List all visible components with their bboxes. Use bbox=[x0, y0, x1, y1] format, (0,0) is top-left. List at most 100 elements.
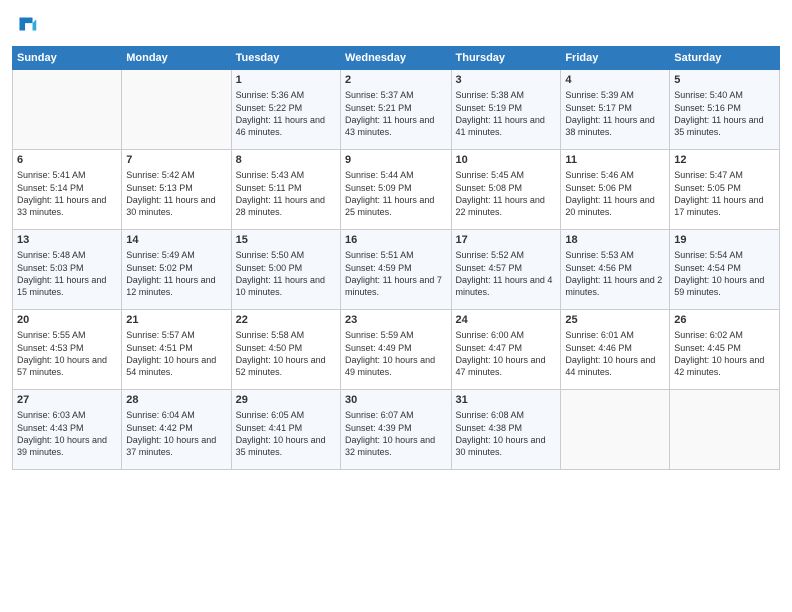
day-number: 30 bbox=[345, 393, 446, 408]
week-row-0: 1Sunrise: 5:36 AM Sunset: 5:22 PM Daylig… bbox=[13, 70, 780, 150]
day-number: 28 bbox=[126, 393, 226, 408]
calendar-cell: 1Sunrise: 5:36 AM Sunset: 5:22 PM Daylig… bbox=[231, 70, 340, 150]
day-info: Sunrise: 5:41 AM Sunset: 5:14 PM Dayligh… bbox=[17, 169, 117, 218]
header-cell-thursday: Thursday bbox=[451, 47, 561, 70]
calendar-cell: 24Sunrise: 6:00 AM Sunset: 4:47 PM Dayli… bbox=[451, 310, 561, 390]
day-info: Sunrise: 5:46 AM Sunset: 5:06 PM Dayligh… bbox=[565, 169, 665, 218]
header-row: SundayMondayTuesdayWednesdayThursdayFrid… bbox=[13, 47, 780, 70]
calendar-cell: 21Sunrise: 5:57 AM Sunset: 4:51 PM Dayli… bbox=[122, 310, 231, 390]
day-info: Sunrise: 5:38 AM Sunset: 5:19 PM Dayligh… bbox=[456, 89, 557, 138]
calendar-cell: 4Sunrise: 5:39 AM Sunset: 5:17 PM Daylig… bbox=[561, 70, 670, 150]
header-cell-monday: Monday bbox=[122, 47, 231, 70]
day-number: 11 bbox=[565, 153, 665, 168]
day-info: Sunrise: 6:03 AM Sunset: 4:43 PM Dayligh… bbox=[17, 409, 117, 458]
day-info: Sunrise: 5:54 AM Sunset: 4:54 PM Dayligh… bbox=[674, 249, 775, 298]
day-info: Sunrise: 6:05 AM Sunset: 4:41 PM Dayligh… bbox=[236, 409, 336, 458]
calendar-cell: 31Sunrise: 6:08 AM Sunset: 4:38 PM Dayli… bbox=[451, 390, 561, 470]
calendar-cell: 2Sunrise: 5:37 AM Sunset: 5:21 PM Daylig… bbox=[341, 70, 451, 150]
week-row-1: 6Sunrise: 5:41 AM Sunset: 5:14 PM Daylig… bbox=[13, 150, 780, 230]
day-info: Sunrise: 5:57 AM Sunset: 4:51 PM Dayligh… bbox=[126, 329, 226, 378]
day-info: Sunrise: 6:01 AM Sunset: 4:46 PM Dayligh… bbox=[565, 329, 665, 378]
day-number: 24 bbox=[456, 313, 557, 328]
calendar-cell: 8Sunrise: 5:43 AM Sunset: 5:11 PM Daylig… bbox=[231, 150, 340, 230]
day-number: 23 bbox=[345, 313, 446, 328]
header-cell-friday: Friday bbox=[561, 47, 670, 70]
table-header: SundayMondayTuesdayWednesdayThursdayFrid… bbox=[13, 47, 780, 70]
day-info: Sunrise: 5:43 AM Sunset: 5:11 PM Dayligh… bbox=[236, 169, 336, 218]
calendar-cell: 3Sunrise: 5:38 AM Sunset: 5:19 PM Daylig… bbox=[451, 70, 561, 150]
calendar-cell: 11Sunrise: 5:46 AM Sunset: 5:06 PM Dayli… bbox=[561, 150, 670, 230]
calendar-cell: 13Sunrise: 5:48 AM Sunset: 5:03 PM Dayli… bbox=[13, 230, 122, 310]
calendar-table: SundayMondayTuesdayWednesdayThursdayFrid… bbox=[12, 46, 780, 470]
calendar-cell: 5Sunrise: 5:40 AM Sunset: 5:16 PM Daylig… bbox=[670, 70, 780, 150]
day-info: Sunrise: 5:55 AM Sunset: 4:53 PM Dayligh… bbox=[17, 329, 117, 378]
day-number: 21 bbox=[126, 313, 226, 328]
day-number: 3 bbox=[456, 73, 557, 88]
day-number: 8 bbox=[236, 153, 336, 168]
day-number: 5 bbox=[674, 73, 775, 88]
calendar-cell: 23Sunrise: 5:59 AM Sunset: 4:49 PM Dayli… bbox=[341, 310, 451, 390]
calendar-cell: 7Sunrise: 5:42 AM Sunset: 5:13 PM Daylig… bbox=[122, 150, 231, 230]
day-info: Sunrise: 6:02 AM Sunset: 4:45 PM Dayligh… bbox=[674, 329, 775, 378]
day-number: 9 bbox=[345, 153, 446, 168]
table-body: 1Sunrise: 5:36 AM Sunset: 5:22 PM Daylig… bbox=[13, 70, 780, 470]
day-number: 18 bbox=[565, 233, 665, 248]
calendar-cell: 15Sunrise: 5:50 AM Sunset: 5:00 PM Dayli… bbox=[231, 230, 340, 310]
day-info: Sunrise: 5:58 AM Sunset: 4:50 PM Dayligh… bbox=[236, 329, 336, 378]
day-number: 2 bbox=[345, 73, 446, 88]
day-info: Sunrise: 6:07 AM Sunset: 4:39 PM Dayligh… bbox=[345, 409, 446, 458]
calendar-cell: 17Sunrise: 5:52 AM Sunset: 4:57 PM Dayli… bbox=[451, 230, 561, 310]
calendar-cell: 26Sunrise: 6:02 AM Sunset: 4:45 PM Dayli… bbox=[670, 310, 780, 390]
calendar-cell: 27Sunrise: 6:03 AM Sunset: 4:43 PM Dayli… bbox=[13, 390, 122, 470]
calendar-cell bbox=[13, 70, 122, 150]
day-number: 13 bbox=[17, 233, 117, 248]
calendar-cell: 29Sunrise: 6:05 AM Sunset: 4:41 PM Dayli… bbox=[231, 390, 340, 470]
calendar-cell: 12Sunrise: 5:47 AM Sunset: 5:05 PM Dayli… bbox=[670, 150, 780, 230]
logo bbox=[12, 10, 44, 38]
calendar-container: SundayMondayTuesdayWednesdayThursdayFrid… bbox=[0, 0, 792, 480]
day-number: 1 bbox=[236, 73, 336, 88]
day-info: Sunrise: 5:36 AM Sunset: 5:22 PM Dayligh… bbox=[236, 89, 336, 138]
day-number: 14 bbox=[126, 233, 226, 248]
day-info: Sunrise: 5:50 AM Sunset: 5:00 PM Dayligh… bbox=[236, 249, 336, 298]
calendar-cell: 30Sunrise: 6:07 AM Sunset: 4:39 PM Dayli… bbox=[341, 390, 451, 470]
day-number: 26 bbox=[674, 313, 775, 328]
day-number: 17 bbox=[456, 233, 557, 248]
calendar-cell: 14Sunrise: 5:49 AM Sunset: 5:02 PM Dayli… bbox=[122, 230, 231, 310]
day-info: Sunrise: 5:49 AM Sunset: 5:02 PM Dayligh… bbox=[126, 249, 226, 298]
day-number: 29 bbox=[236, 393, 336, 408]
header bbox=[12, 10, 780, 38]
day-info: Sunrise: 5:42 AM Sunset: 5:13 PM Dayligh… bbox=[126, 169, 226, 218]
day-number: 4 bbox=[565, 73, 665, 88]
calendar-cell bbox=[670, 390, 780, 470]
calendar-cell: 16Sunrise: 5:51 AM Sunset: 4:59 PM Dayli… bbox=[341, 230, 451, 310]
week-row-2: 13Sunrise: 5:48 AM Sunset: 5:03 PM Dayli… bbox=[13, 230, 780, 310]
calendar-cell: 25Sunrise: 6:01 AM Sunset: 4:46 PM Dayli… bbox=[561, 310, 670, 390]
day-info: Sunrise: 5:51 AM Sunset: 4:59 PM Dayligh… bbox=[345, 249, 446, 298]
day-info: Sunrise: 5:39 AM Sunset: 5:17 PM Dayligh… bbox=[565, 89, 665, 138]
calendar-cell: 18Sunrise: 5:53 AM Sunset: 4:56 PM Dayli… bbox=[561, 230, 670, 310]
day-info: Sunrise: 5:37 AM Sunset: 5:21 PM Dayligh… bbox=[345, 89, 446, 138]
day-number: 20 bbox=[17, 313, 117, 328]
day-number: 22 bbox=[236, 313, 336, 328]
day-number: 27 bbox=[17, 393, 117, 408]
day-number: 16 bbox=[345, 233, 446, 248]
header-cell-wednesday: Wednesday bbox=[341, 47, 451, 70]
day-info: Sunrise: 5:52 AM Sunset: 4:57 PM Dayligh… bbox=[456, 249, 557, 298]
week-row-3: 20Sunrise: 5:55 AM Sunset: 4:53 PM Dayli… bbox=[13, 310, 780, 390]
day-info: Sunrise: 6:08 AM Sunset: 4:38 PM Dayligh… bbox=[456, 409, 557, 458]
day-number: 6 bbox=[17, 153, 117, 168]
calendar-cell: 10Sunrise: 5:45 AM Sunset: 5:08 PM Dayli… bbox=[451, 150, 561, 230]
calendar-cell: 28Sunrise: 6:04 AM Sunset: 4:42 PM Dayli… bbox=[122, 390, 231, 470]
header-cell-saturday: Saturday bbox=[670, 47, 780, 70]
day-info: Sunrise: 5:40 AM Sunset: 5:16 PM Dayligh… bbox=[674, 89, 775, 138]
day-info: Sunrise: 5:47 AM Sunset: 5:05 PM Dayligh… bbox=[674, 169, 775, 218]
calendar-cell: 22Sunrise: 5:58 AM Sunset: 4:50 PM Dayli… bbox=[231, 310, 340, 390]
day-info: Sunrise: 5:44 AM Sunset: 5:09 PM Dayligh… bbox=[345, 169, 446, 218]
header-cell-tuesday: Tuesday bbox=[231, 47, 340, 70]
day-number: 15 bbox=[236, 233, 336, 248]
day-number: 31 bbox=[456, 393, 557, 408]
day-info: Sunrise: 5:45 AM Sunset: 5:08 PM Dayligh… bbox=[456, 169, 557, 218]
calendar-cell: 6Sunrise: 5:41 AM Sunset: 5:14 PM Daylig… bbox=[13, 150, 122, 230]
calendar-cell: 20Sunrise: 5:55 AM Sunset: 4:53 PM Dayli… bbox=[13, 310, 122, 390]
